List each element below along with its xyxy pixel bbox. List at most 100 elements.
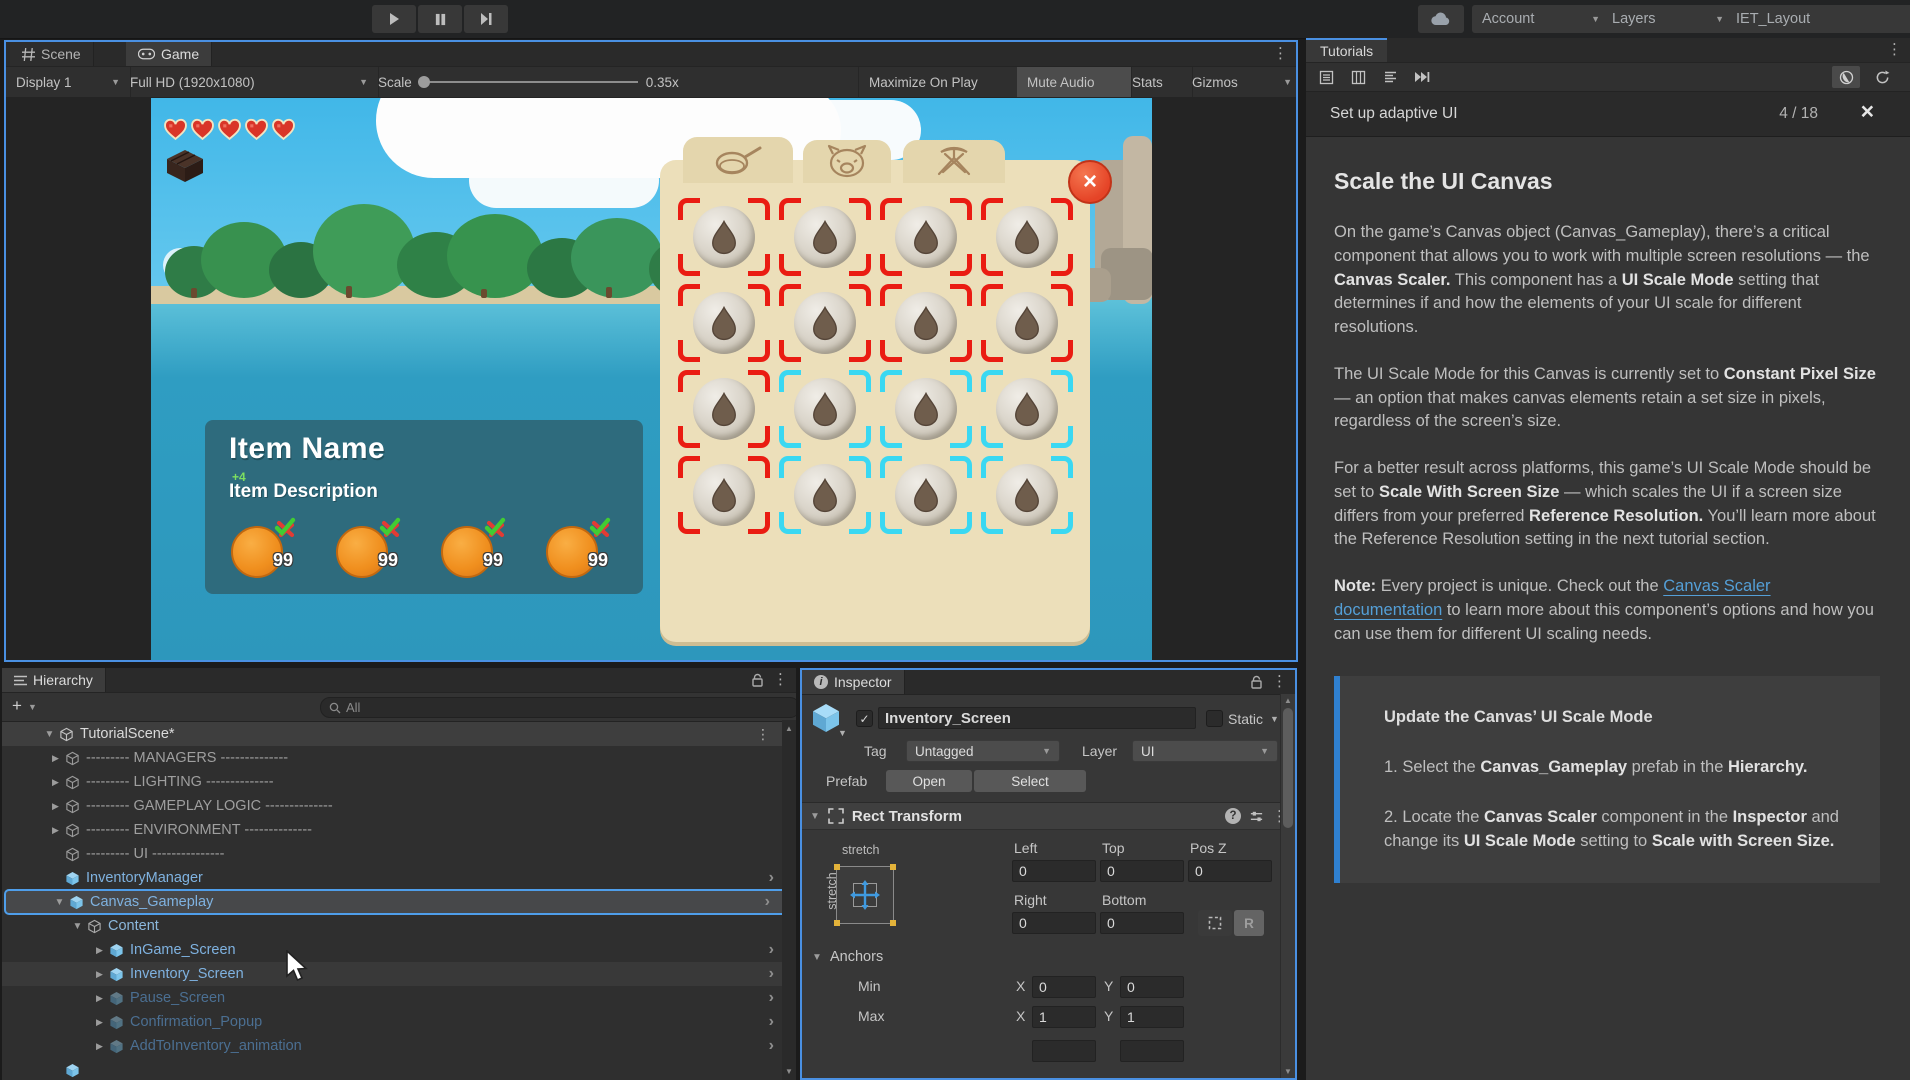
scale-slider-track[interactable]	[417, 76, 638, 88]
foldout-arrow-icon[interactable]: ▼	[70, 921, 85, 932]
prefab-chevron-icon[interactable]: ›	[769, 989, 774, 1007]
cloud-services-button[interactable]	[1418, 5, 1464, 33]
scroll-down-icon[interactable]: ▼	[785, 1067, 793, 1076]
raw-mode-toggle[interactable]: R	[1234, 910, 1264, 936]
tag-dropdown[interactable]: Untagged ▼	[906, 740, 1060, 762]
scrollbar-thumb[interactable]	[1283, 708, 1293, 828]
right-input[interactable]: 0	[1012, 912, 1096, 934]
prefab-icon-caret[interactable]: ▼	[838, 728, 847, 738]
foldout-arrow-icon[interactable]: ▶	[92, 1017, 107, 1028]
layers-dropdown[interactable]: Layers ▼	[1602, 5, 1734, 33]
foldout-arrow-icon[interactable]: ▶	[48, 801, 63, 812]
lock-icon[interactable]	[1250, 675, 1263, 689]
tutorial-columns-view-button[interactable]	[1344, 66, 1372, 88]
tutorial-list-view-button[interactable]	[1312, 66, 1340, 88]
bottom-input[interactable]: 0	[1100, 912, 1184, 934]
foldout-arrow-icon[interactable]: ▶	[92, 993, 107, 1004]
resolution-dropdown[interactable]: Full HD (1920x1080) ▼	[120, 67, 379, 97]
hierarchy-item-inventory-screen[interactable]: ▶ Inventory_Screen ›	[2, 962, 796, 986]
inventory-slot[interactable]	[981, 198, 1073, 276]
rect-transform-header[interactable]: ▼ Rect Transform ? ⋮	[802, 802, 1295, 830]
tutorial-steps-view-button[interactable]	[1376, 66, 1404, 88]
create-object-button[interactable]: +	[12, 696, 22, 716]
lock-icon[interactable]	[751, 673, 764, 687]
account-dropdown[interactable]: Account ▼	[1472, 5, 1610, 33]
foldout-arrow-icon[interactable]: ▶	[48, 777, 63, 788]
inventory-slot[interactable]	[678, 456, 770, 534]
tab-inspector[interactable]: i Inspector	[802, 670, 905, 694]
active-checkbox[interactable]: ✓	[856, 710, 873, 727]
max-y-input[interactable]: 1	[1120, 1006, 1184, 1028]
blueprint-mode-toggle[interactable]	[1198, 910, 1232, 936]
tab-scene[interactable]: Scene	[10, 42, 94, 66]
hierarchy-item-inventorymanager[interactable]: InventoryManager ›	[2, 866, 796, 890]
hierarchy-item-tutorialscene[interactable]: ▼ TutorialScene* ⋮	[2, 722, 796, 746]
tab-tutorials[interactable]: Tutorials	[1306, 38, 1388, 62]
inventory-slot[interactable]	[880, 370, 972, 448]
inventory-slot[interactable]	[981, 456, 1073, 534]
static-checkbox[interactable]	[1206, 710, 1223, 727]
tab-hierarchy[interactable]: Hierarchy	[2, 668, 106, 692]
create-object-caret[interactable]: ▼	[28, 702, 37, 712]
scale-slider-knob[interactable]	[417, 76, 430, 88]
foldout-arrow-icon[interactable]: ▶	[48, 825, 63, 836]
inventory-slot[interactable]	[880, 198, 972, 276]
scroll-down-icon[interactable]: ▼	[1284, 1067, 1292, 1076]
anchor-preset-widget[interactable]	[834, 864, 896, 926]
inventory-slot[interactable]	[779, 456, 871, 534]
theme-toggle-button[interactable]	[1832, 66, 1860, 88]
top-input[interactable]: 0	[1100, 860, 1184, 882]
prefab-select-button[interactable]: Select	[974, 770, 1086, 792]
foldout-arrow[interactable]: ▼	[810, 811, 820, 822]
foldout-arrow-icon[interactable]: ▼	[52, 897, 67, 908]
close-tutorial-icon[interactable]: ×	[1861, 100, 1874, 123]
hierarchy-item-environment[interactable]: ▶ --------- ENVIRONMENT --------------	[2, 818, 796, 842]
tab-tools[interactable]	[903, 140, 1005, 183]
inventory-slot[interactable]	[779, 198, 871, 276]
pause-button[interactable]	[418, 5, 462, 33]
help-icon[interactable]: ?	[1225, 808, 1241, 824]
step-button[interactable]	[464, 5, 508, 33]
anchors-foldout-arrow[interactable]: ▼	[812, 952, 822, 963]
inventory-slot[interactable]	[779, 370, 871, 448]
display-dropdown[interactable]: Display 1 ▼	[6, 67, 131, 97]
close-inventory-button[interactable]: ×	[1068, 160, 1112, 204]
prefab-chevron-icon[interactable]: ›	[769, 965, 774, 983]
hierarchy-item-ingame-screen[interactable]: ▶ InGame_Screen ›	[2, 938, 796, 962]
tab-game[interactable]: Game	[126, 42, 213, 66]
hierarchy-menu-icon[interactable]: ⋮	[773, 672, 788, 687]
inspector-menu-icon[interactable]: ⋮	[1272, 674, 1287, 689]
tutorials-menu-icon[interactable]: ⋮	[1887, 42, 1902, 57]
foldout-arrow-icon[interactable]: ▼	[42, 729, 57, 740]
inventory-slot[interactable]	[779, 284, 871, 362]
prefab-open-button[interactable]: Open	[886, 770, 972, 792]
prefab-chevron-icon[interactable]: ›	[765, 893, 770, 911]
layout-dropdown[interactable]: IET_Layout▼	[1726, 5, 1910, 33]
hierarchy-item-addtoinventory-animation[interactable]: ▶ AddToInventory_animation ›	[2, 1034, 796, 1058]
gizmos-dropdown[interactable]: Gizmos ▼	[1182, 67, 1302, 97]
hierarchy-scrollbar[interactable]: ▲ ▼	[782, 720, 796, 1080]
scene-menu-icon[interactable]: ⋮	[756, 726, 770, 743]
pivot-x-input[interactable]	[1032, 1040, 1096, 1062]
inventory-slot[interactable]	[678, 370, 770, 448]
inventory-slot[interactable]	[678, 198, 770, 276]
maximize-on-play-button[interactable]: Maximize On Play	[858, 67, 1028, 97]
tab-animals[interactable]	[803, 140, 891, 183]
foldout-arrow-icon[interactable]: ▶	[92, 945, 107, 956]
canvas-scaler-doc-link[interactable]: Canvas Scaler documentation	[1334, 577, 1771, 619]
hierarchy-item-canvas-gameplay[interactable]: ▼ Canvas_Gameplay ›	[4, 889, 794, 915]
posz-input[interactable]: 0	[1188, 860, 1272, 882]
scroll-up-icon[interactable]: ▲	[785, 724, 793, 733]
prefab-chevron-icon[interactable]: ›	[769, 941, 774, 959]
left-input[interactable]: 0	[1012, 860, 1096, 882]
inventory-slot[interactable]	[981, 284, 1073, 362]
prefab-chevron-icon[interactable]: ›	[769, 869, 774, 887]
layer-dropdown[interactable]: UI ▼	[1132, 740, 1278, 762]
inventory-slot[interactable]	[880, 284, 972, 362]
static-caret[interactable]: ▼	[1270, 714, 1279, 724]
hierarchy-search-input[interactable]: All	[320, 697, 796, 718]
game-panel-menu-icon[interactable]: ⋮	[1273, 46, 1288, 61]
inventory-slot[interactable]	[981, 370, 1073, 448]
object-name-field[interactable]: Inventory_Screen	[878, 707, 1196, 729]
max-x-input[interactable]: 1	[1032, 1006, 1096, 1028]
